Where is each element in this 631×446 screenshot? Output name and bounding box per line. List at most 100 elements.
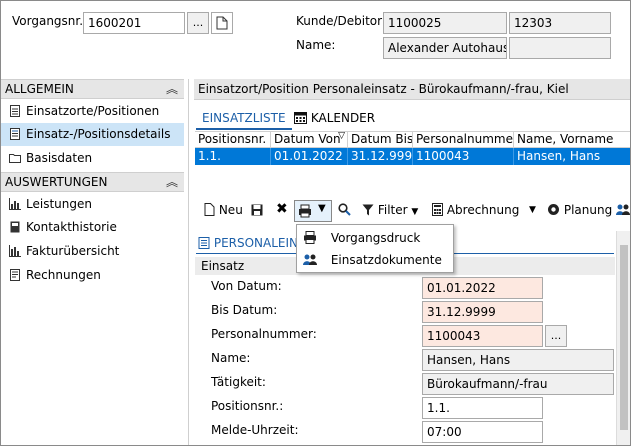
name-field: Alexander Autohaus [383, 37, 507, 59]
print-icon [303, 231, 327, 245]
chevron-down-icon: ▼ [411, 207, 419, 217]
abrechnung-dropdown[interactable]: ▼ [529, 205, 536, 215]
sidebar-group-label: ALLGEMEIN [5, 82, 74, 96]
tab-einsatzliste[interactable]: EINSATZLISTE [196, 108, 292, 130]
tab-label: KALENDER [310, 111, 376, 125]
planung-icon [547, 203, 560, 217]
filter-icon [362, 203, 374, 217]
name-label: Name: [296, 38, 336, 52]
personalnummer-browse-button[interactable]: ... [545, 325, 567, 347]
section-header[interactable]: PERSONALEIN [198, 236, 298, 250]
sidebar-item-einsatzorte[interactable]: Einsatzorte/Positionen [1, 100, 184, 123]
search-button[interactable] [338, 203, 351, 217]
melde-uhrzeit-label: Melde-Uhrzeit: [211, 423, 299, 437]
people-icon [616, 203, 630, 217]
menu-item-vorgangsdruck[interactable]: Vorgangsdruck [297, 227, 453, 249]
sidebar-item-rechnungen[interactable]: Rechnungen [1, 264, 184, 287]
page-title: Einsatzort/Position Personaleinsatz - Bü… [194, 79, 630, 100]
sidebar-item-kontakthistorie[interactable]: Kontakthistorie [1, 216, 184, 239]
kunde-sub-field: 12303 [509, 12, 611, 34]
document-list-icon [9, 105, 21, 117]
chevron-down-icon: ▼ [318, 203, 326, 214]
sidebar-group-auswertungen[interactable]: AUSWERTUNGEN ︽ [1, 172, 184, 192]
sidebar-group-allgemein[interactable]: ALLGEMEIN ︽ [1, 79, 184, 99]
sidebar-item-basisdaten[interactable]: Basisdaten [1, 147, 184, 170]
form-icon [198, 236, 210, 250]
kunde-nr-field: 1100025 [383, 12, 507, 34]
melde-uhrzeit-input[interactable]: 07:00 [422, 421, 543, 443]
column-header[interactable]: Personalnummer [413, 132, 514, 148]
positionsnr-input[interactable]: 1.1. [422, 397, 543, 419]
collapse-icon[interactable]: ︽ [166, 173, 178, 190]
receipt-icon [9, 269, 21, 281]
sidebar-item-label: Leistungen [26, 197, 92, 211]
filter-button[interactable]: Filter ▼ [362, 203, 418, 217]
planung-label: Planung [563, 203, 613, 217]
planung-button[interactable]: Planung [547, 203, 612, 217]
positionsnr-label: Positionsnr.: [211, 399, 284, 413]
sidebar-item-label: Kontakthistorie [26, 220, 117, 234]
sidebar-item-label: Basisdaten [26, 151, 93, 165]
delete-icon: ✖ [276, 201, 288, 217]
browse-button[interactable]: ... [187, 12, 209, 34]
column-header[interactable]: Datum Von ▽ [271, 132, 348, 148]
abrechnung-button[interactable]: Abrechnung [432, 203, 519, 217]
splitter[interactable] [188, 79, 189, 445]
vorgang-input[interactable]: 1600201 [83, 12, 185, 34]
name-extra-field [509, 37, 611, 59]
abrechnung-label: Abrechnung [446, 203, 520, 217]
table-cell: 31.12.9999 [348, 148, 413, 165]
scrollbar-thumb[interactable] [620, 245, 628, 430]
column-header[interactable]: Datum Bis [348, 132, 413, 148]
table-cell: 1100043 [413, 148, 514, 165]
name-readonly-field: Hansen, Hans [422, 349, 614, 371]
menu-item-label: Vorgangsdruck [330, 231, 421, 245]
bar-chart-icon [9, 245, 21, 257]
address-book-icon [9, 221, 21, 233]
sidebar-group-label: AUSWERTUNGEN [5, 175, 108, 189]
bis-datum-label: Bis Datum: [211, 303, 278, 317]
bis-datum-input[interactable]: 31.12.9999 [422, 301, 543, 323]
vertical-scrollbar[interactable] [616, 231, 630, 445]
new-button[interactable]: Neu [204, 203, 243, 217]
taetigkeit-label: Tätigkeit: [211, 375, 266, 389]
sidebar-item-leistungen[interactable]: Leistungen [1, 193, 184, 216]
delete-button[interactable]: ✖ [276, 201, 288, 217]
people-icon [303, 253, 327, 267]
folder-icon [9, 152, 21, 164]
print-menu-button[interactable]: ▼ [294, 200, 332, 222]
von-datum-label: Von Datum: [211, 279, 282, 293]
tab-kalender[interactable]: KALENDER [288, 108, 381, 130]
table-cell: 1.1. [195, 148, 271, 165]
sort-icon: ▽ [338, 132, 345, 141]
column-header[interactable]: Name, Vorname [514, 132, 630, 148]
sidebar-item-label: Fakturübersicht [26, 244, 120, 258]
sidebar-item-label: Einsatz-/Positionsdetails [26, 127, 171, 141]
collapse-icon[interactable]: ︽ [166, 80, 178, 97]
sidebar-item-fakturuebersicht[interactable]: Fakturübersicht [1, 240, 184, 263]
von-datum-input[interactable]: 01.01.2022 [422, 277, 543, 299]
people-button[interactable] [616, 203, 630, 217]
new-button-label: Neu [218, 203, 243, 217]
taetigkeit-field: Bürokaufmann/-frau [422, 373, 614, 395]
toolbar: Neu ✖ ▼ Filter ▼ Abrechnung ▼ Planung [200, 200, 630, 222]
table-cell: Hansen, Hans [517, 149, 601, 163]
calendar-icon [294, 111, 311, 125]
personalnummer-label: Personalnummer: [211, 327, 317, 341]
filter-label: Filter [377, 203, 408, 217]
new-document-icon [216, 16, 228, 30]
column-header[interactable]: Positionsnr. [195, 132, 271, 148]
personalnummer-input[interactable]: 1100043 [422, 325, 543, 347]
section-title: PERSONALEIN [213, 236, 299, 250]
bar-chart-icon [9, 198, 21, 210]
menu-item-label: Einsatzdokumente [330, 253, 442, 267]
vorgang-label: Vorgangsnr.: [12, 14, 88, 28]
save-button[interactable] [251, 203, 263, 217]
table-row[interactable]: 1.1. 01.01.2022 31.12.9999 1100043 Hanse… [195, 148, 630, 165]
sidebar-item-label: Einsatzorte/Positionen [26, 104, 160, 118]
search-icon [338, 203, 351, 217]
menu-item-einsatzdokumente[interactable]: Einsatzdokumente [297, 249, 453, 271]
new-document-icon [204, 203, 215, 217]
sidebar-item-positionsdetails[interactable]: Einsatz-/Positionsdetails [1, 123, 184, 146]
new-document-button[interactable] [211, 12, 233, 34]
